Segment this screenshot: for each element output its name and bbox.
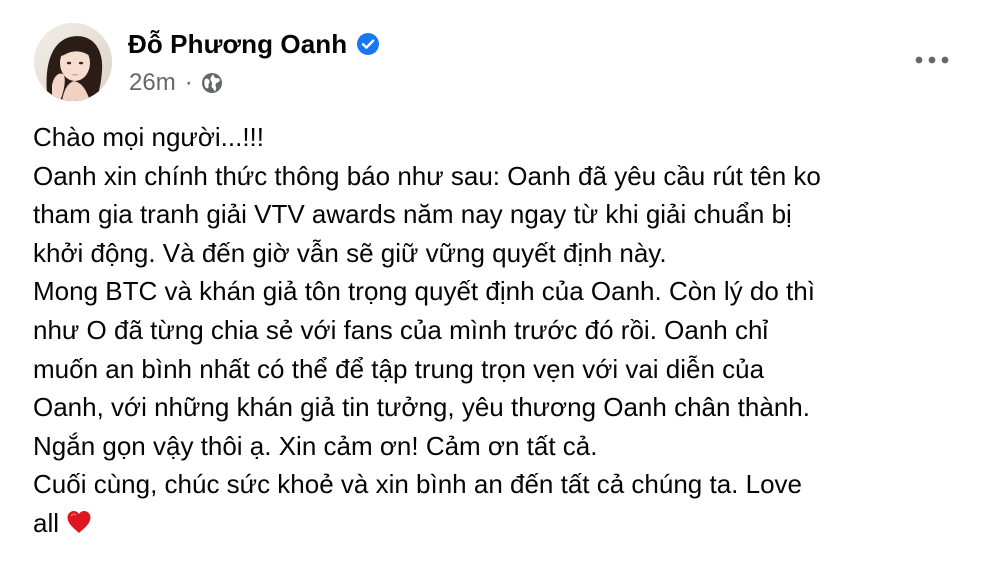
red-heart-icon bbox=[65, 508, 93, 536]
avatar-image bbox=[34, 23, 112, 101]
post-text-line: tham gia tranh giải VTV awards năm nay n… bbox=[33, 199, 792, 230]
author-row: Đỗ Phương Oanh bbox=[128, 26, 380, 62]
post-text-line: khởi động. Và đến giờ vẫn sẽ giữ vững qu… bbox=[33, 237, 667, 268]
meta-separator: · bbox=[184, 69, 193, 96]
post-text-line: Oanh, với những khán giả tin tưởng, yêu … bbox=[33, 392, 810, 423]
post-text-line: như O đã từng chia sẻ với fans của mình … bbox=[33, 314, 769, 345]
more-options-icon[interactable] bbox=[912, 46, 952, 74]
avatar[interactable] bbox=[34, 23, 112, 101]
post-text: Chào mọi người...!!! Oanh xin chính thức… bbox=[33, 118, 978, 543]
author-name[interactable]: Đỗ Phương Oanh bbox=[128, 29, 347, 60]
globe-icon[interactable] bbox=[201, 72, 223, 94]
verified-badge-icon bbox=[356, 32, 380, 56]
post-text-line: Cuối cùng, chúc sức khoẻ và xin bình an … bbox=[33, 469, 803, 500]
post-text-line: Oanh xin chính thức thông báo như sau: O… bbox=[33, 160, 821, 191]
post-meta: 26m · bbox=[129, 68, 223, 98]
post-text-line: Mong BTC và khán giả tôn trọng quyết địn… bbox=[33, 276, 815, 307]
post-text-last-line: all bbox=[33, 504, 978, 543]
post-text-line: Ngắn gọn vậy thôi ạ. Xin cảm ơn! Cảm ơn … bbox=[33, 430, 598, 461]
post-text-line: Chào mọi người...!!! bbox=[33, 122, 264, 152]
post-text-line: all bbox=[33, 507, 60, 538]
post-time[interactable]: 26m bbox=[129, 69, 176, 97]
post-text-line: muốn an bình nhất có thể để tập trung tr… bbox=[33, 353, 765, 384]
facebook-post: Đỗ Phương Oanh 26m · Chào mọi người...!!… bbox=[0, 0, 996, 562]
